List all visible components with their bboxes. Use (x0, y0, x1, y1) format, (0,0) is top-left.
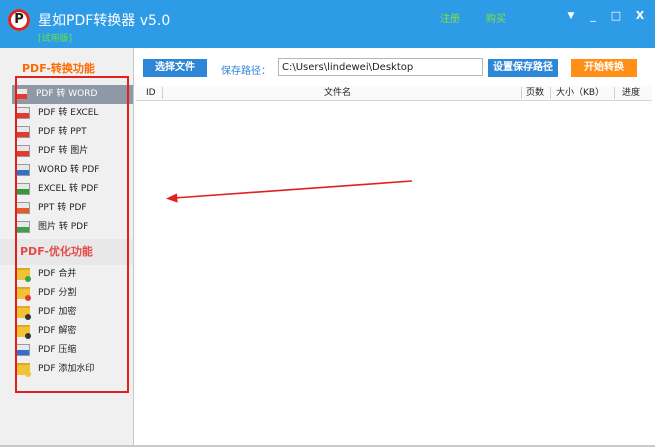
save-path-input[interactable] (278, 58, 483, 76)
maximize-button[interactable]: □ (603, 6, 629, 26)
column-header-pages[interactable]: 页数 (526, 86, 544, 100)
annotation-highlight-box (15, 76, 129, 393)
app-window: P 星如PDF转换器 v5.0 [试用版] 注册 购买 ▼ _ □ X PDF-… (0, 0, 655, 447)
trial-label: [试用版] (38, 34, 73, 44)
app-logo-icon: P (8, 9, 30, 31)
column-divider (521, 87, 522, 99)
column-header-filename[interactable]: 文件名 (324, 86, 351, 100)
column-divider (162, 87, 163, 99)
buy-button[interactable]: 购买 (486, 10, 506, 25)
close-button[interactable]: X (627, 6, 653, 26)
column-header-size[interactable]: 大小（KB） (556, 86, 604, 100)
file-table[interactable]: ID 文件名 页数 大小（KB） 进度 (136, 86, 652, 445)
table-header: ID 文件名 页数 大小（KB） 进度 (136, 86, 652, 101)
register-button[interactable]: 注册 (440, 10, 460, 25)
title-bar[interactable]: P 星如PDF转换器 v5.0 [试用版] 注册 购买 ▼ _ □ X (0, 0, 655, 48)
column-header-id[interactable]: ID (146, 86, 156, 100)
app-title: 星如PDF转换器 v5.0 (38, 13, 171, 29)
toolbar: 选择文件 保存路径： 设置保存路径 开始转换 (134, 48, 655, 85)
start-convert-button[interactable]: 开始转换 (571, 59, 637, 77)
select-file-button[interactable]: 选择文件 (143, 59, 207, 77)
set-save-path-button[interactable]: 设置保存路径 (488, 59, 558, 77)
column-header-progress[interactable]: 进度 (622, 86, 640, 100)
column-divider (614, 87, 615, 99)
app-logo-letter: P (14, 12, 24, 27)
save-path-label: 保存路径： (221, 66, 271, 77)
column-divider (550, 87, 551, 99)
